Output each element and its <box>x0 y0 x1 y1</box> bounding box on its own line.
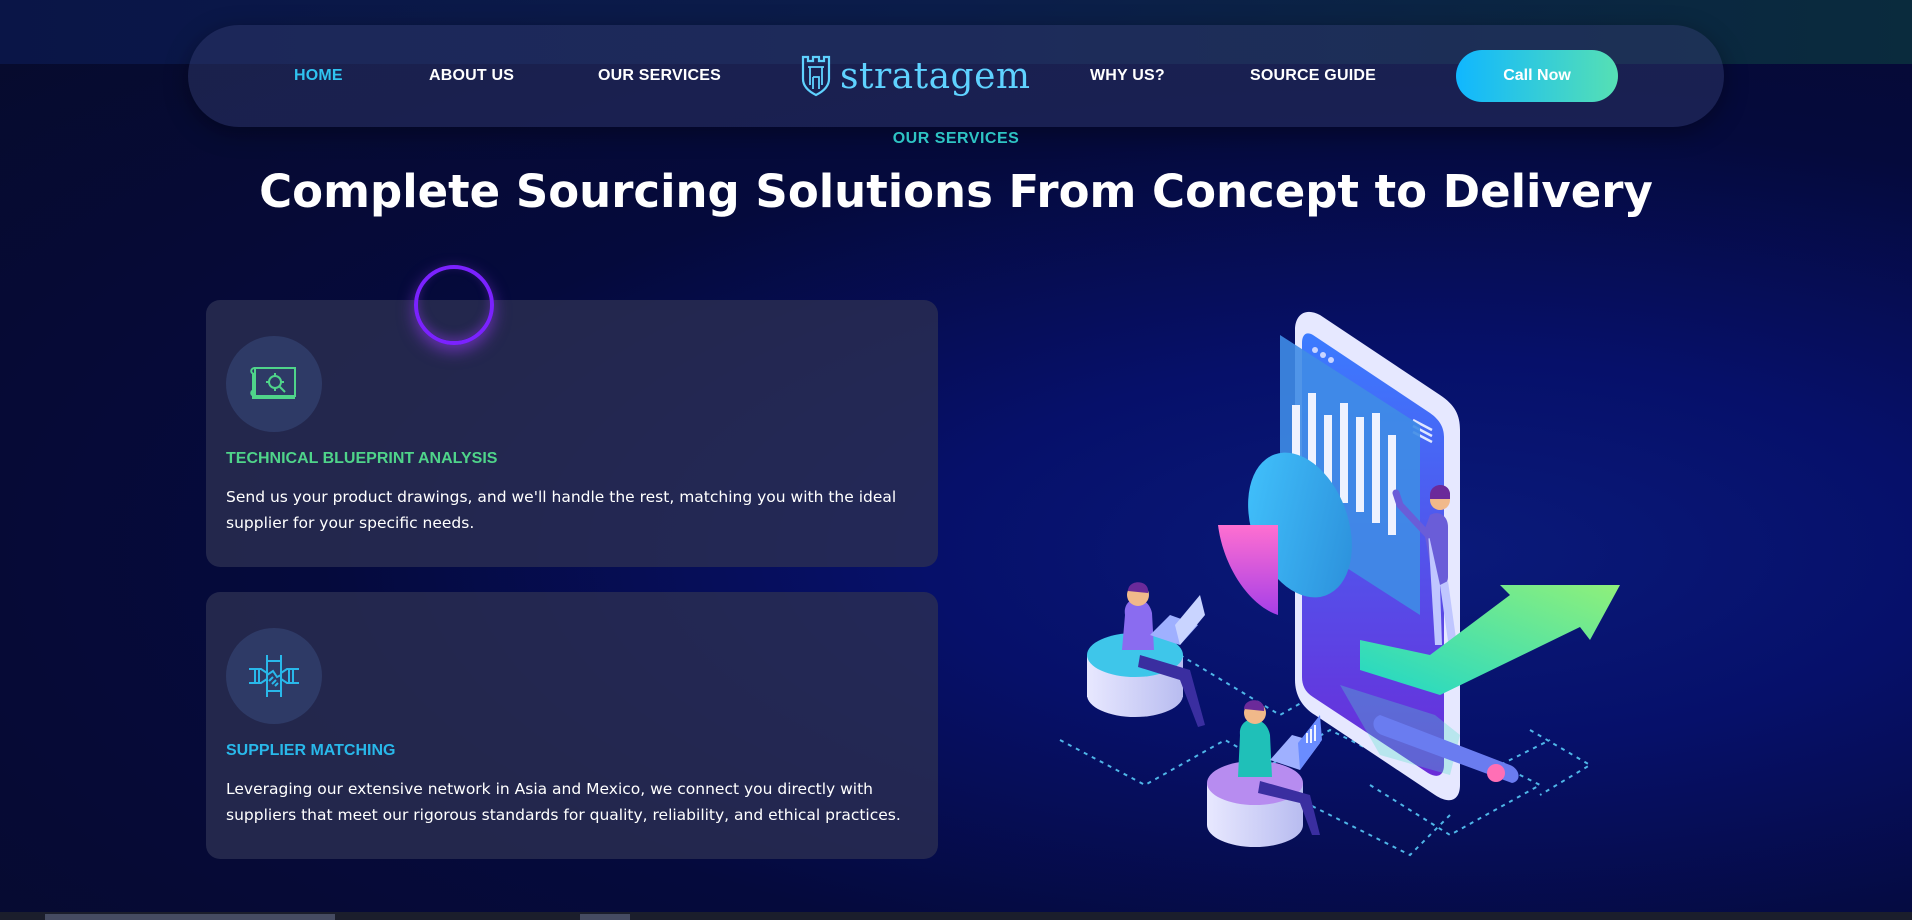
card-description: Leveraging our extensive network in Asia… <box>226 780 901 824</box>
nav-source-guide[interactable]: SOURCE GUIDE <box>1250 25 1376 127</box>
call-now-button[interactable]: Call Now <box>1456 50 1618 102</box>
service-card-supplier-matching: SUPPLIER MATCHING Leveraging our extensi… <box>206 592 938 859</box>
logo-text: stratagem <box>840 55 1031 97</box>
nav-about-us[interactable]: ABOUT US <box>429 25 514 127</box>
card-title: TECHNICAL BLUEPRINT ANALYSIS <box>226 450 498 467</box>
section-headline: Complete Sourcing Solutions From Concept… <box>259 165 1653 218</box>
main-nav: HOME ABOUT US OUR SERVICES stratagem WHY… <box>188 25 1724 127</box>
nav-home[interactable]: HOME <box>294 25 343 127</box>
nav-why-us[interactable]: WHY US? <box>1090 25 1165 127</box>
card-icon-circle <box>226 628 322 724</box>
scrollbar-thumb[interactable] <box>45 914 335 920</box>
card-title: SUPPLIER MATCHING <box>226 742 396 759</box>
card-description: Send us your product drawings, and we'll… <box>226 488 897 532</box>
blueprint-icon <box>250 367 296 399</box>
logo[interactable]: stratagem <box>800 49 1031 103</box>
castle-logo-icon <box>801 55 831 97</box>
handshake-icon <box>249 655 299 697</box>
nav-our-services[interactable]: OUR SERVICES <box>598 25 721 127</box>
loading-spinner <box>414 265 494 345</box>
sourcing-illustration <box>1059 311 1620 857</box>
section-eyebrow: OUR SERVICES <box>892 130 1020 147</box>
card-icon-circle <box>226 336 322 432</box>
scrollbar-thumb-secondary[interactable] <box>580 914 630 920</box>
service-card-blueprint: TECHNICAL BLUEPRINT ANALYSIS Send us you… <box>206 300 938 567</box>
